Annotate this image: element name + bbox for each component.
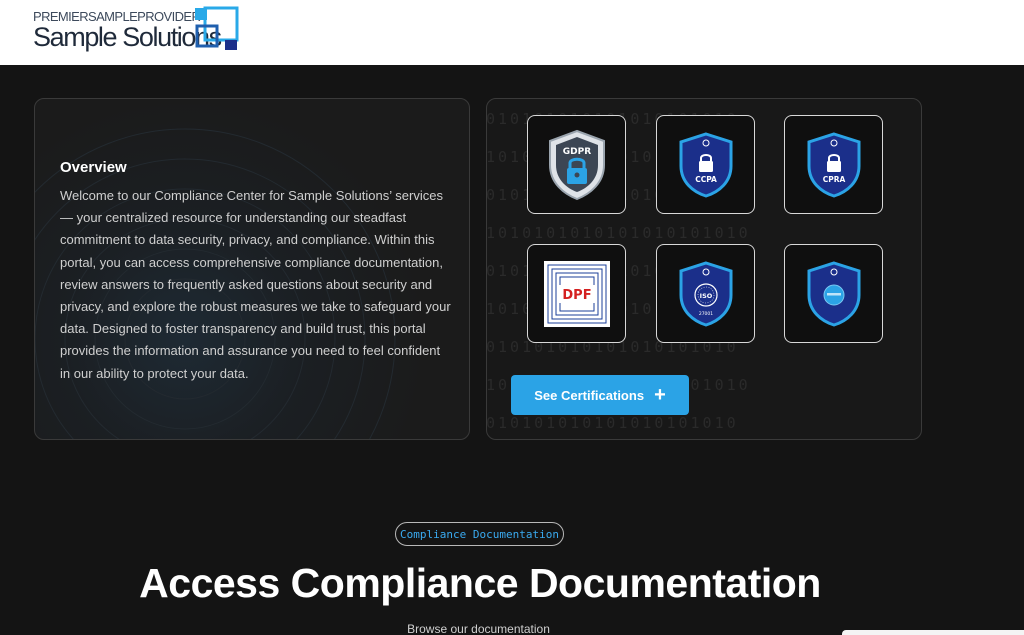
iso-badge-icon: ISO 27001 <box>679 260 732 327</box>
cert-label: GDPR <box>562 147 590 157</box>
cert-label: CPRA <box>822 175 845 184</box>
cert-cpra[interactable]: CPRA <box>784 115 883 214</box>
cert-ccpa[interactable]: CCPA <box>656 115 755 214</box>
cpra-badge-icon: CPRA <box>807 131 860 198</box>
cert-dpf[interactable]: DPF <box>527 244 626 343</box>
cert-hipaa[interactable] <box>784 244 883 343</box>
section-title: Access Compliance Documentation <box>139 560 821 606</box>
hipaa-badge-icon <box>807 260 860 327</box>
see-certifications-label: See Certifications <box>534 387 645 403</box>
overview-text: Welcome to our Compliance Center for Sam… <box>60 188 451 381</box>
section-subtitle: Browse our documentation <box>407 622 550 635</box>
svg-text:27001: 27001 <box>698 311 712 317</box>
cert-gdpr[interactable]: GDPR <box>527 115 626 214</box>
company-logo[interactable]: PREMIERSAMPLEPROVIDER Sample Solutions <box>33 6 243 58</box>
gdpr-badge-icon: GDPR <box>548 129 605 200</box>
cert-label: DPF <box>562 288 591 303</box>
see-certifications-button[interactable]: See Certifications + <box>511 375 689 415</box>
section-pill: Compliance Documentation <box>395 522 564 546</box>
corner-widget[interactable] <box>842 630 1024 635</box>
plus-icon: + <box>654 384 666 406</box>
cert-label: CCPA <box>695 175 717 184</box>
dpf-badge-icon: DPF <box>543 260 610 327</box>
site-header: PREMIERSAMPLEPROVIDER Sample Solutions <box>0 0 1024 65</box>
ccpa-badge-icon: CCPA <box>679 131 732 198</box>
overview-panel: Overview Welcome to our Compliance Cente… <box>34 98 470 440</box>
logo-mark-icon <box>195 6 239 50</box>
logo-name: Sample Solutions <box>33 22 222 52</box>
overview-title: Overview <box>60 159 127 176</box>
svg-text:ISO: ISO <box>699 292 712 300</box>
cert-iso[interactable]: ISO 27001 <box>656 244 755 343</box>
